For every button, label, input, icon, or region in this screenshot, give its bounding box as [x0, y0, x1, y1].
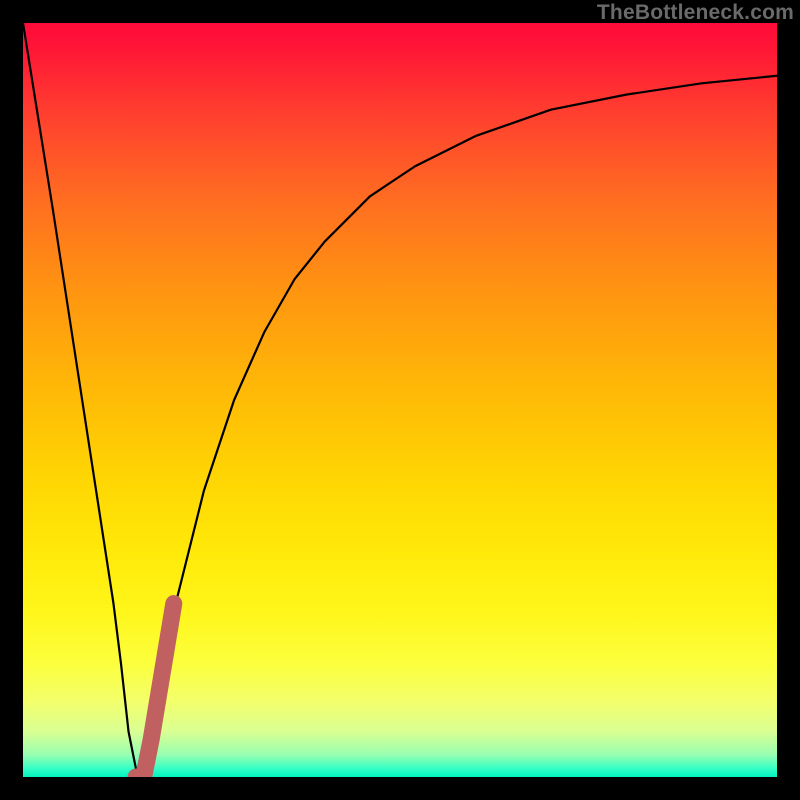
- watermark-text: TheBottleneck.com: [597, 1, 794, 25]
- chart-frame: TheBottleneck.com: [0, 0, 800, 800]
- marker-stroke: [136, 604, 174, 777]
- plot-area: [23, 23, 777, 777]
- chart-svg: [23, 23, 777, 777]
- bottleneck-curve: [23, 23, 777, 777]
